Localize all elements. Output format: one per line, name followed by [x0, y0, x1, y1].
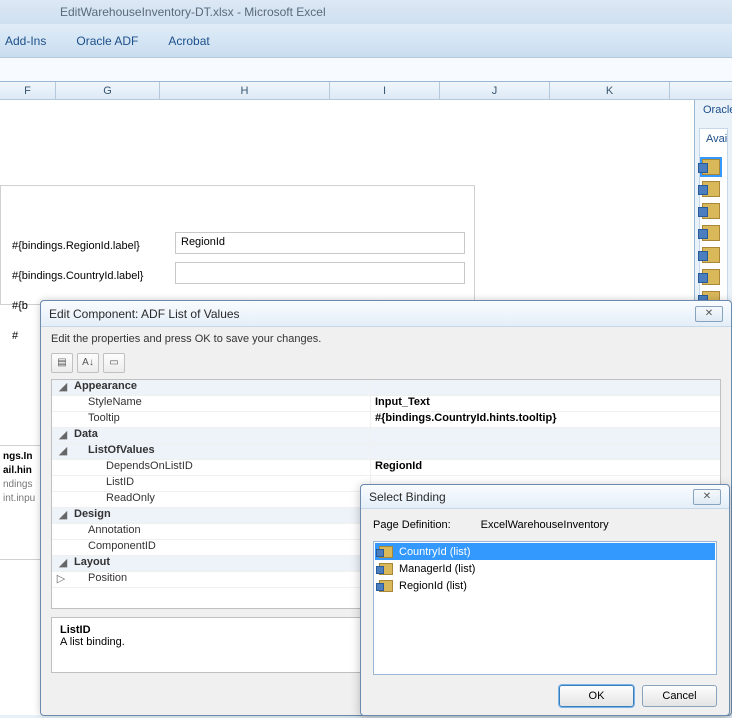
column-headers-row: F G H I J K: [0, 82, 732, 100]
property-value[interactable]: [370, 380, 720, 395]
property-row[interactable]: DependsOnListIDRegionId: [52, 460, 720, 476]
property-category-row[interactable]: ◢ListOfValues: [52, 444, 720, 460]
binding-list-item[interactable]: RegionId (list): [375, 577, 715, 594]
page-definition-label: Page Definition:: [373, 519, 451, 531]
col-header-i[interactable]: I: [330, 82, 440, 99]
expand-icon[interactable]: ◢: [52, 428, 70, 443]
property-key: Tooltip: [70, 412, 370, 427]
cell-label-countryid: #{bindings.CountryId.label}: [12, 270, 143, 282]
binding-icon: [379, 546, 393, 558]
property-key: Data: [70, 428, 370, 443]
cell-label-regionid: #{bindings.RegionId.label}: [12, 240, 140, 252]
worksheet-area[interactable]: Oracle Avai #{bindings.RegionId.label} R…: [0, 100, 732, 715]
cancel-button[interactable]: Cancel: [642, 685, 717, 707]
binding-item-label: RegionId (list): [399, 580, 467, 592]
property-key: ComponentID: [70, 540, 370, 555]
property-value[interactable]: Input_Text: [370, 396, 720, 411]
binding-list-item[interactable]: ManagerId (list): [375, 560, 715, 577]
expand-icon[interactable]: [52, 476, 70, 491]
expand-icon[interactable]: [52, 540, 70, 555]
tab-acrobat[interactable]: Acrobat: [168, 34, 209, 48]
property-key: Layout: [70, 556, 370, 571]
property-key: ListID: [70, 476, 370, 491]
property-row[interactable]: Tooltip#{bindings.CountryId.hints.toolti…: [52, 412, 720, 428]
app-title-bar: EditWarehouseInventory-DT.xlsx - Microso…: [0, 0, 732, 24]
close-icon[interactable]: ✕: [695, 306, 723, 322]
col-header-f[interactable]: F: [0, 82, 56, 99]
property-key: Annotation: [70, 524, 370, 539]
property-value[interactable]: #{bindings.CountryId.hints.tooltip}: [370, 412, 720, 427]
edit-dialog-titlebar[interactable]: Edit Component: ADF List of Values ✕: [41, 301, 731, 327]
property-value[interactable]: [370, 444, 720, 459]
expand-icon[interactable]: [52, 524, 70, 539]
property-row[interactable]: StyleNameInput_Text: [52, 396, 720, 412]
select-dialog-title: Select Binding: [369, 490, 446, 504]
binding-icon: [379, 580, 393, 592]
expand-icon[interactable]: ◢: [52, 508, 70, 523]
property-category-row[interactable]: ◢Appearance: [52, 380, 720, 396]
binding-item-label: CountryId (list): [399, 546, 471, 558]
property-key: ReadOnly: [70, 492, 370, 507]
property-pages-button[interactable]: ▭: [103, 353, 125, 373]
property-key: DependsOnListID: [70, 460, 370, 475]
property-key: StyleName: [70, 396, 370, 411]
binding-icon[interactable]: [702, 247, 720, 263]
col-header-k[interactable]: K: [550, 82, 670, 99]
col-header-h[interactable]: H: [160, 82, 330, 99]
dialog-button-row: OK Cancel: [373, 675, 717, 707]
side-pane-label: Avai: [702, 133, 725, 145]
alpha-sort-button[interactable]: A↓: [77, 353, 99, 373]
binding-icon: [379, 563, 393, 575]
property-value[interactable]: RegionId: [370, 460, 720, 475]
property-toolbar: ▤ A↓ ▭: [51, 353, 721, 373]
expand-icon[interactable]: [52, 412, 70, 427]
binding-icon[interactable]: [702, 225, 720, 241]
cell-label-b: #{b: [12, 300, 28, 312]
expand-icon[interactable]: [52, 396, 70, 411]
edit-dialog-message: Edit the properties and press OK to save…: [51, 333, 721, 345]
property-key: ListOfValues: [70, 444, 370, 459]
binding-icon[interactable]: [702, 159, 720, 175]
binding-list-item[interactable]: CountryId (list): [375, 543, 715, 560]
property-category-row[interactable]: ◢Data: [52, 428, 720, 444]
binding-item-label: ManagerId (list): [399, 563, 475, 575]
select-binding-dialog: Select Binding ✕ Page Definition: ExcelW…: [360, 484, 730, 716]
expand-icon[interactable]: [52, 492, 70, 507]
expand-icon[interactable]: ◢: [52, 444, 70, 459]
binding-icon[interactable]: [702, 203, 720, 219]
property-value[interactable]: [370, 428, 720, 443]
tab-addins[interactable]: Add-Ins: [5, 34, 46, 48]
property-key: Design: [70, 508, 370, 523]
close-icon[interactable]: ✕: [693, 489, 721, 505]
property-key: Appearance: [70, 380, 370, 395]
edit-dialog-title: Edit Component: ADF List of Values: [49, 307, 240, 321]
binding-icon[interactable]: [702, 181, 720, 197]
col-header-g[interactable]: G: [56, 82, 160, 99]
cell-input-countryid[interactable]: [175, 262, 465, 284]
tab-oracle-adf[interactable]: Oracle ADF: [76, 34, 138, 48]
ribbon-tabs: Add-Ins Oracle ADF Acrobat: [0, 24, 732, 58]
ok-button[interactable]: OK: [559, 685, 634, 707]
binding-listbox[interactable]: CountryId (list) ManagerId (list) RegionId…: [373, 541, 717, 675]
expand-icon[interactable]: ◢: [52, 380, 70, 395]
categorized-view-button[interactable]: ▤: [51, 353, 73, 373]
binding-icon[interactable]: [702, 269, 720, 285]
page-definition-value: ExcelWarehouseInventory: [481, 519, 609, 531]
expand-icon[interactable]: ◢: [52, 556, 70, 571]
select-dialog-titlebar[interactable]: Select Binding ✕: [361, 485, 729, 509]
side-pane-title: Oracle: [699, 104, 728, 116]
page-definition-row: Page Definition: ExcelWarehouseInventory: [373, 519, 717, 531]
expand-icon[interactable]: ▷: [52, 572, 70, 587]
cell-input-regionid[interactable]: RegionId: [175, 232, 465, 254]
cell-label-hash: #: [12, 330, 18, 342]
ribbon-body: [0, 58, 732, 82]
col-header-j[interactable]: J: [440, 82, 550, 99]
property-key: Position: [70, 572, 370, 587]
app-title: EditWarehouseInventory-DT.xlsx - Microso…: [60, 5, 326, 19]
expand-icon[interactable]: [52, 460, 70, 475]
